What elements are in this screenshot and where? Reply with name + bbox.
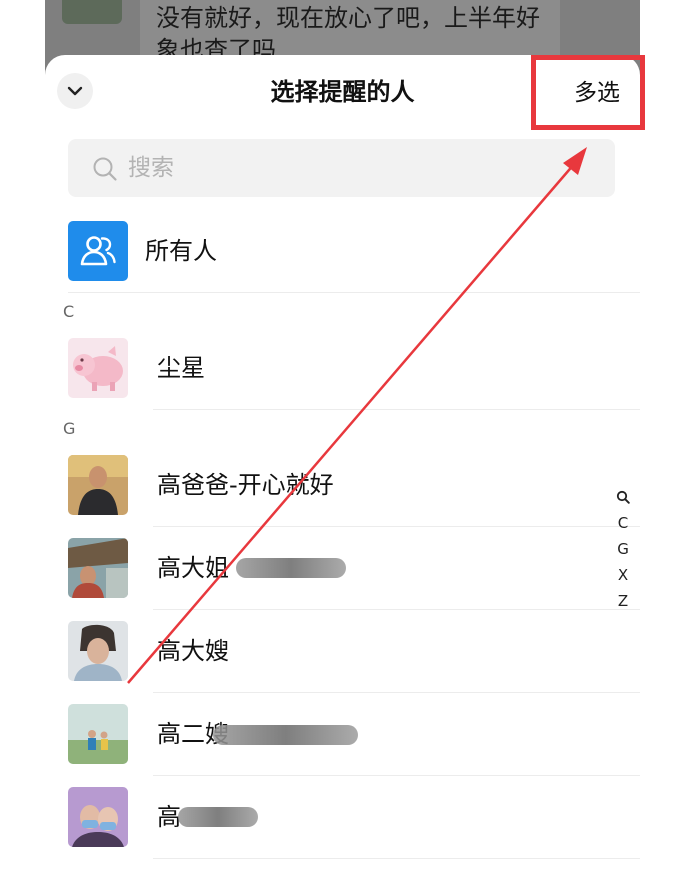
avatar (68, 455, 128, 515)
contact-name: 高大嫂 (157, 637, 229, 665)
group-icon (68, 221, 128, 281)
divider (153, 609, 640, 610)
avatar (68, 704, 128, 764)
avatar (68, 538, 128, 598)
divider (153, 775, 640, 776)
divider (153, 858, 640, 859)
contact-name: 尘星 (157, 354, 205, 382)
avatar (68, 787, 128, 847)
redaction-scribble (236, 558, 346, 578)
redaction-scribble (178, 807, 258, 827)
contact-item[interactable]: 高爸爸-开心就好 (68, 455, 640, 515)
index-letter[interactable]: C (612, 510, 634, 536)
divider (68, 292, 640, 293)
contact-name: 高大姐 (157, 554, 229, 582)
index-letter[interactable]: X (612, 562, 634, 588)
screen: 没有就好，现在放心了吧，上半年好象也查了吗 选择提醒的人 多选 搜索 所有人 C… (0, 0, 682, 881)
avatar (68, 621, 128, 681)
index-search-icon[interactable] (612, 484, 634, 510)
redaction-scribble (213, 725, 358, 745)
index-letter[interactable]: G (612, 536, 634, 562)
section-header-c: C (63, 302, 75, 321)
contact-item[interactable]: 尘星 (68, 338, 640, 398)
section-header-g: G (63, 419, 76, 438)
divider (153, 692, 640, 693)
contact-name: 高爸爸-开心就好 (157, 471, 334, 499)
all-members-label: 所有人 (145, 237, 217, 265)
avatar (68, 338, 128, 398)
search-placeholder: 搜索 (128, 155, 174, 181)
divider (153, 409, 640, 410)
all-members-item[interactable]: 所有人 (68, 221, 640, 281)
divider (153, 526, 640, 527)
contact-item[interactable]: 高大姐 (68, 538, 640, 598)
contact-item[interactable]: 高二嫂 (68, 704, 640, 764)
mention-picker-sheet: 选择提醒的人 多选 搜索 所有人 C 尘星 G 高爸爸-开心就好 高大姐 高大嫂… (45, 55, 640, 881)
alphabet-index-bar[interactable]: C G X Z (612, 484, 634, 614)
annotation-highlight-box (531, 55, 645, 130)
search-input[interactable]: 搜索 (68, 139, 615, 197)
search-icon (93, 157, 117, 181)
contact-item[interactable]: 高大嫂 (68, 621, 640, 681)
index-letter[interactable]: Z (612, 588, 634, 614)
contact-item[interactable]: 高 (68, 787, 640, 847)
chat-avatar (62, 0, 122, 24)
